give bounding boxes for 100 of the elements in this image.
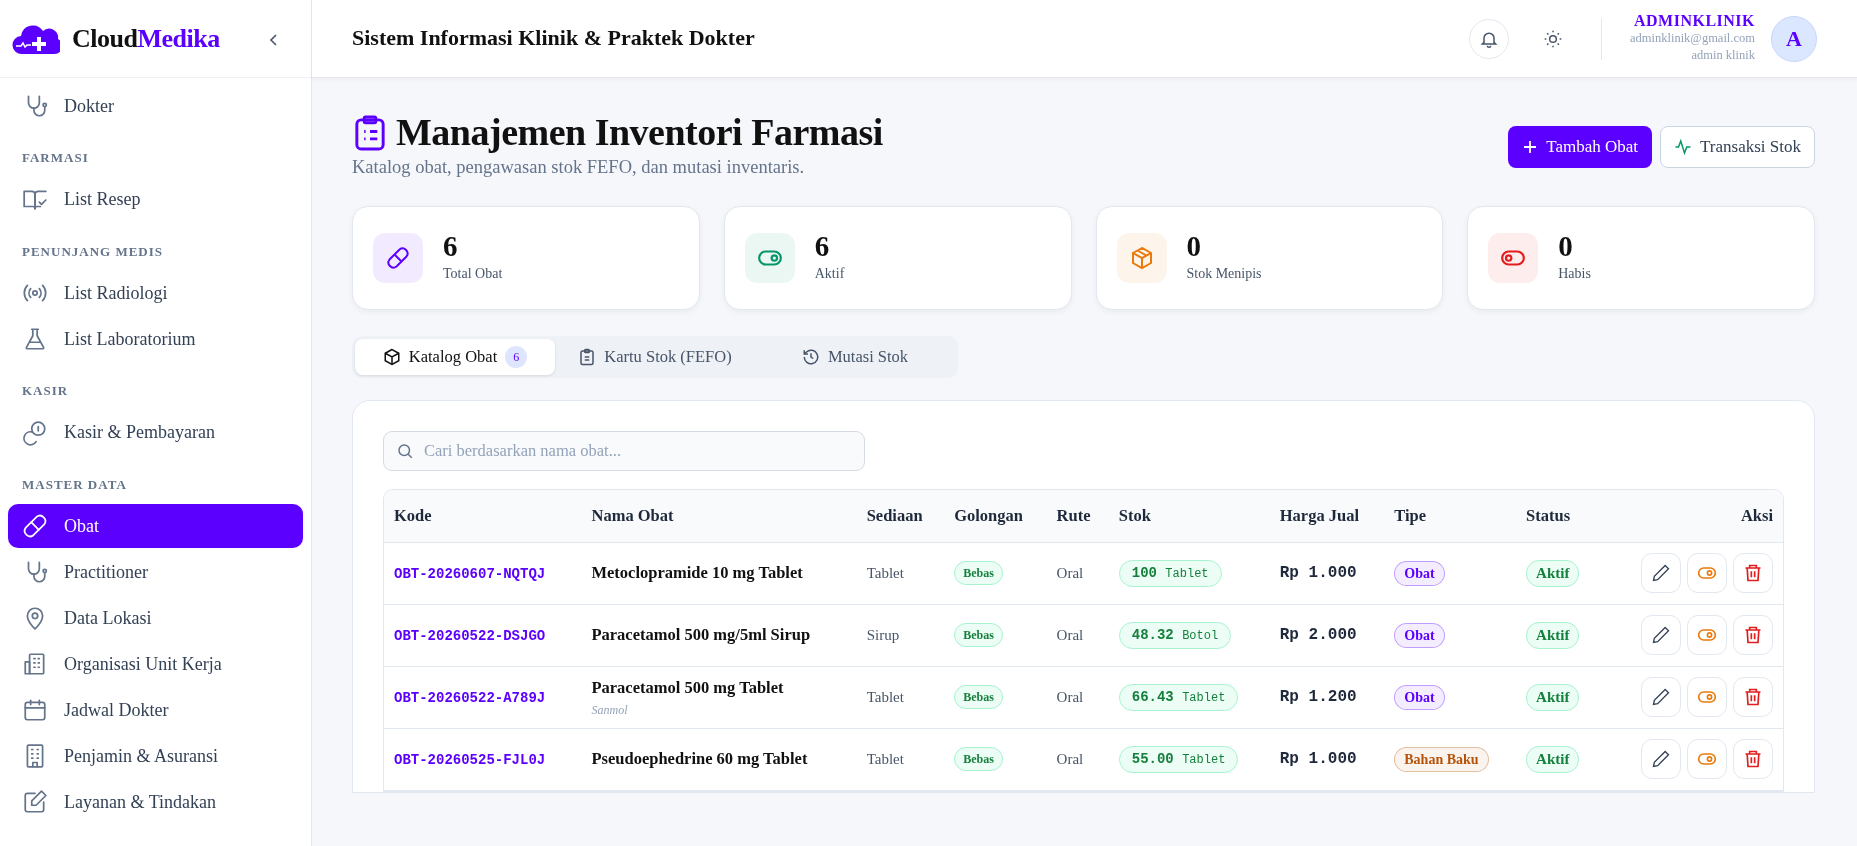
sun-icon [1542,28,1563,49]
type-tag: Obat [1394,684,1445,710]
delete-button[interactable] [1733,739,1773,780]
pulse-icon [1674,137,1693,156]
category-tag: Bebas [954,623,1003,648]
status-tag: Aktif [1526,560,1580,587]
sidebar-section-heading: MASTER DATA [21,475,128,494]
dosage-form: Sirup [866,627,900,644]
trash-icon [1743,625,1763,646]
tab[interactable]: Katalog Obat 6 [355,338,555,376]
user-role: admin klinik [1690,47,1755,65]
clipboard-list-icon [352,113,388,152]
clipboard-icon [578,347,597,366]
trash-icon [1743,687,1763,708]
toggle-status-button[interactable] [1687,615,1727,656]
tab[interactable]: Mutasi Stok [755,338,955,376]
toggle-status-button[interactable] [1687,677,1727,718]
edit-button[interactable] [1641,615,1681,656]
stat-label: Habis [1558,265,1591,283]
type-tag: Obat [1394,560,1445,586]
stat-value: 0 [1558,231,1574,263]
toggle-status-button[interactable] [1687,739,1727,780]
route-text: Oral [1056,627,1084,644]
column-header: Aksi [1600,490,1783,543]
flask-icon [22,326,48,352]
calendar-icon [22,697,48,723]
delete-button[interactable] [1733,677,1773,718]
building-icon [22,651,48,677]
sidebar-item[interactable]: List Laboratorium [8,317,303,361]
medicine-code: OBT-20260607-NQTQJ [394,565,546,582]
edit-button[interactable] [1641,677,1681,718]
page-title: Manajemen Inventori Farmasi [396,112,883,154]
medicine-code: OBT-20260522-DSJGO [394,627,546,644]
route-text: Oral [1056,565,1084,582]
price-text: Rp 2.000 [1279,626,1357,645]
medicine-name: Pseudoephedrine 60 mg Tablet [591,747,809,770]
delete-button[interactable] [1733,615,1773,656]
type-tag: Bahan Baku [1394,746,1489,772]
toggle-status-button[interactable] [1687,553,1727,594]
count-badge: 6 [505,345,528,368]
stock-tag: 55.00 Tablet [1118,745,1239,773]
user-name: ADMINKLINIK [1632,12,1755,30]
page-subtitle: Katalog obat, pengawasan stok FEFO, dan mutasi inventaris. [352,155,806,179]
edit-button[interactable] [1641,553,1681,594]
pencil-icon [1651,563,1671,584]
medicine-code: OBT-20260525-FJL0J [394,751,546,768]
sidebar-item[interactable]: Penjamin & Asuransi [8,734,303,778]
medicine-code: OBT-20260522-A789J [394,689,546,706]
stat-value: 6 [443,231,459,263]
brand-name: Sanmol [591,701,629,719]
app-title: Sistem Informasi Klinik & Praktek Dokter [352,25,755,52]
sidebar-section-heading: FARMASI [21,149,90,167]
plus-icon [1522,138,1539,155]
search-field[interactable]: Cari berdasarkan nama obat... [383,431,865,472]
sidebar-item[interactable]: List Radiologi [8,271,303,315]
pencil-square-icon [22,789,48,815]
stock-tag: 48.32 Botol [1118,621,1232,649]
pill-icon [22,513,48,539]
history-icon [801,347,820,366]
column-header: Harga Jual [1269,490,1385,543]
dosage-form: Tablet [866,751,904,768]
user-avatar[interactable]: A [1771,15,1817,62]
medicine-name: Paracetamol 500 mg Tablet [591,676,785,699]
trash-icon [1743,749,1763,770]
app-logo-text: CloudMedika [72,23,220,55]
medicine-name: Metoclopramide 10 mg Tablet [591,561,804,584]
sidebar-item[interactable]: Layanan & Tindakan [8,780,303,824]
stat-label: Total Obat [443,265,503,283]
sidebar-item[interactable]: Organisasi Unit Kerja [8,642,303,686]
delete-button[interactable] [1733,553,1773,594]
transaction-button[interactable]: Transaksi Stok [1660,126,1815,168]
sidebar-item[interactable]: Obat [8,504,303,548]
sidebar-item[interactable]: Data Lokasi [8,596,303,640]
sidebar-item[interactable]: Practitioner [8,550,303,594]
tab[interactable]: Kartu Stok (FEFO) [555,338,755,376]
edit-button[interactable] [1641,739,1681,780]
dosage-form: Tablet [866,689,904,706]
column-header: Kode [384,490,582,543]
status-tag: Aktif [1526,746,1580,773]
sidebar-item[interactable]: Kasir & Pembayaran [8,410,303,455]
pencil-icon [1651,749,1671,770]
medicine-name: Paracetamol 500 mg/5ml Sirup [591,623,812,646]
sidebar-item[interactable]: Dokter [8,84,303,128]
add-button[interactable]: Tambah Obat [1508,126,1653,168]
column-header: Stok [1108,490,1270,543]
price-text: Rp 1.000 [1279,750,1357,769]
column-header: Rute [1046,490,1109,543]
sidebar-section-heading: KASIR [21,382,70,400]
stat-value: 6 [814,231,831,263]
stat-value: 0 [1186,231,1202,263]
sidebar-item[interactable]: Jadwal Dokter [8,688,303,732]
status-tag: Aktif [1526,622,1580,649]
sidebar-item[interactable]: List Resep [8,177,303,222]
price-text: Rp 1.000 [1279,564,1357,583]
stock-tag: 66.43 Tablet [1118,683,1239,711]
type-tag: Obat [1394,622,1445,648]
price-text: Rp 1.200 [1279,688,1357,707]
column-header: Tipe [1384,490,1517,543]
category-tag: Bebas [954,747,1003,772]
column-header: Sediaan [856,490,945,543]
